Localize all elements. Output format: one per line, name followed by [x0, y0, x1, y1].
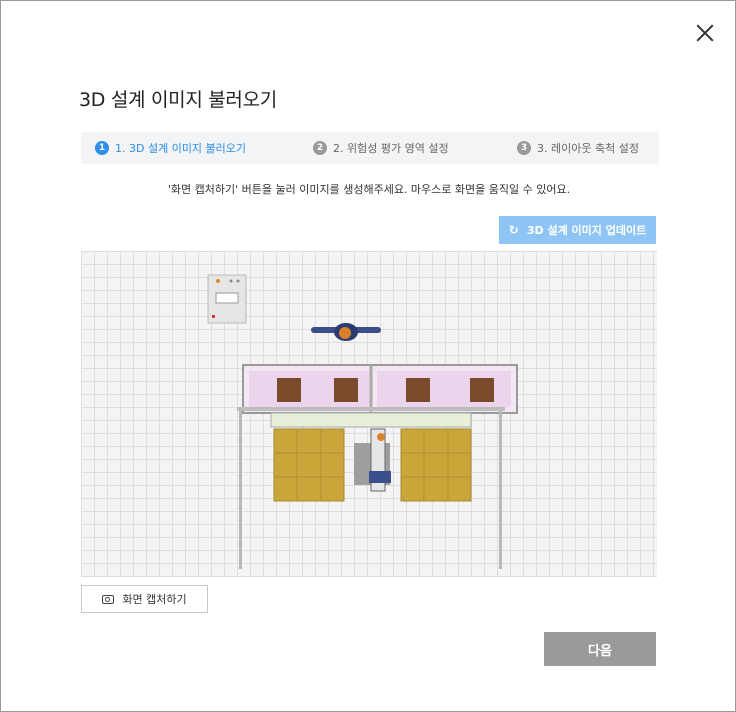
update-3d-image-button[interactable]: ↻ 3D 설계 이미지 업데이트 [499, 216, 656, 244]
top-rail [237, 407, 505, 411]
dialog-title: 3D 설계 이미지 불러오기 [79, 89, 277, 111]
worker-figure [311, 323, 381, 341]
step-number: 2 [313, 141, 327, 155]
step-3: 3 3. 레이아웃 축척 설정 [517, 132, 639, 164]
capture-screen-button[interactable]: 화면 캡처하기 [81, 585, 208, 613]
rail-right [499, 409, 502, 569]
step-1: 1 1. 3D 설계 이미지 불러오기 [95, 132, 246, 164]
conveyor-rack [242, 364, 518, 428]
next-button[interactable]: 다음 [544, 632, 656, 666]
3d-viewport[interactable] [81, 251, 657, 577]
pallet-right [400, 428, 472, 502]
step-label: 2. 위험성 평가 영역 설정 [333, 142, 449, 155]
capture-button-label: 화면 캡처하기 [122, 593, 187, 606]
step-label: 1. 3D 설계 이미지 불러오기 [115, 142, 247, 155]
rail-left [239, 409, 242, 569]
close-icon[interactable] [695, 23, 715, 43]
layout-scene [207, 274, 518, 569]
step-label: 3. 레이아웃 축척 설정 [537, 142, 639, 155]
modal-dialog: 3D 설계 이미지 불러오기 1 1. 3D 설계 이미지 불러오기 2 2. … [0, 0, 736, 712]
instruction-text: '화면 캡처하기' 버튼을 눌러 이미지를 생성해주세요. 마우스로 화면을 움… [167, 183, 571, 196]
step-number: 3 [517, 141, 531, 155]
step-2: 2 2. 위험성 평가 영역 설정 [313, 132, 449, 164]
control-cabinet [207, 274, 247, 324]
update-button-label: 3D 설계 이미지 업데이트 [526, 224, 647, 237]
step-number: 1 [95, 141, 109, 155]
refresh-icon: ↻ [508, 223, 519, 237]
stepper: 1 1. 3D 설계 이미지 불러오기 2 2. 위험성 평가 영역 설정 3 … [81, 132, 659, 164]
pallet-left [273, 428, 345, 502]
robot-arm [354, 428, 391, 492]
camera-icon [102, 594, 115, 604]
